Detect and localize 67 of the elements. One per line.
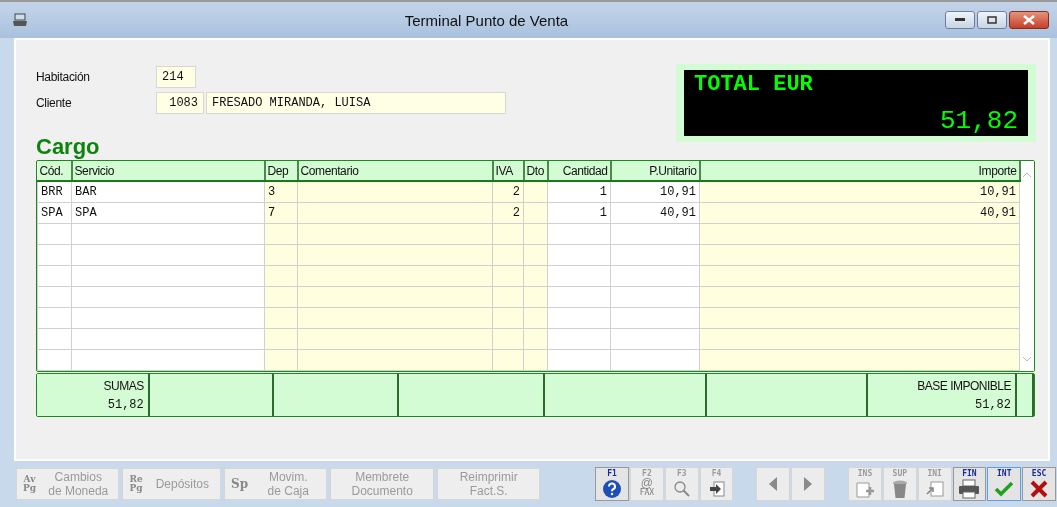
key-label: INI xyxy=(927,469,942,478)
window-arrow-icon xyxy=(924,480,945,498)
cancel-x-icon xyxy=(1030,480,1049,498)
cash-register-icon xyxy=(12,13,28,27)
table-cell: 1 xyxy=(547,202,611,224)
column-header[interactable]: P.Unitario xyxy=(610,161,700,181)
help-icon xyxy=(602,479,623,499)
key-label: SUP xyxy=(892,469,907,478)
client-name-field[interactable]: FRESADO MIRANDA, LUISA xyxy=(206,92,506,114)
column-header[interactable]: Importe xyxy=(699,161,1020,181)
total-label: TOTAL EUR xyxy=(694,73,814,97)
checkmark-icon xyxy=(993,480,1016,498)
key-label: F4 xyxy=(711,469,722,478)
toolbar-button[interactable]: INT xyxy=(987,467,1022,501)
right-arrow-icon xyxy=(804,477,813,491)
field-label: Cliente xyxy=(36,96,73,110)
sums-value: 51,82 xyxy=(107,397,144,412)
field-label: Habitación xyxy=(36,70,91,84)
column-header[interactable]: Comentario xyxy=(297,161,493,181)
fax-caption: FAX xyxy=(639,489,655,497)
minimize-icon xyxy=(955,18,965,22)
table-cell: BRR xyxy=(37,181,72,203)
key-label: INT xyxy=(997,469,1012,478)
close-icon xyxy=(1023,15,1035,25)
key-label: F1 xyxy=(607,469,617,478)
table-cell: 10,91 xyxy=(699,181,1020,203)
column-header[interactable]: Cantidad xyxy=(547,161,611,181)
table-cell: 40,91 xyxy=(699,202,1020,224)
key-label: F3 xyxy=(676,469,687,478)
add-page-icon xyxy=(855,479,875,499)
search-icon xyxy=(672,480,691,498)
room-field[interactable]: 214 xyxy=(156,66,196,88)
left-arrow-icon xyxy=(769,477,778,491)
toolbar-button[interactable]: ESC xyxy=(1022,467,1056,501)
close-button[interactable] xyxy=(1009,11,1049,29)
table-cell: 1 xyxy=(547,181,611,203)
key-label: FIN xyxy=(962,469,977,478)
table-cell: SPA xyxy=(71,202,265,224)
key-label: INS xyxy=(857,469,873,478)
sums-label: SUMAS xyxy=(103,378,144,393)
table-cell: 40,91 xyxy=(610,202,700,224)
maximize-button[interactable] xyxy=(977,11,1007,29)
section-title: Cargo xyxy=(36,136,100,158)
table-cell: 10,91 xyxy=(610,181,700,203)
toolbar-button[interactable]: FIN xyxy=(952,467,987,501)
trash-can-icon xyxy=(890,479,909,499)
maximize-icon xyxy=(987,16,997,24)
at-sign-symbol: @ xyxy=(640,478,653,489)
column-header[interactable]: Dep xyxy=(264,161,298,181)
minimize-button[interactable] xyxy=(945,11,975,29)
base-value: 51,82 xyxy=(975,397,1012,412)
column-header[interactable]: IVA xyxy=(492,161,524,181)
toolbar-button[interactable]: F1 xyxy=(595,467,629,501)
scrollbar[interactable] xyxy=(1020,161,1034,371)
total-amount: 51,82 xyxy=(940,108,1018,134)
printer-icon xyxy=(958,479,981,499)
window-title: Terminal Punto de Venta xyxy=(403,11,570,29)
table-cell: BAR xyxy=(71,181,265,203)
key-label: ESC xyxy=(1031,469,1047,478)
base-label: BASE IMPONIBLE xyxy=(917,378,1012,393)
column-header[interactable]: Cód. xyxy=(37,161,72,181)
table-cell: SPA xyxy=(37,202,72,224)
key-label: F2 xyxy=(642,469,652,478)
column-header[interactable]: Servicio xyxy=(71,161,265,181)
arrow-into-box-icon xyxy=(707,480,726,498)
client-code-field[interactable]: 1083 xyxy=(156,92,204,114)
column-header[interactable]: Dto xyxy=(523,161,548,181)
